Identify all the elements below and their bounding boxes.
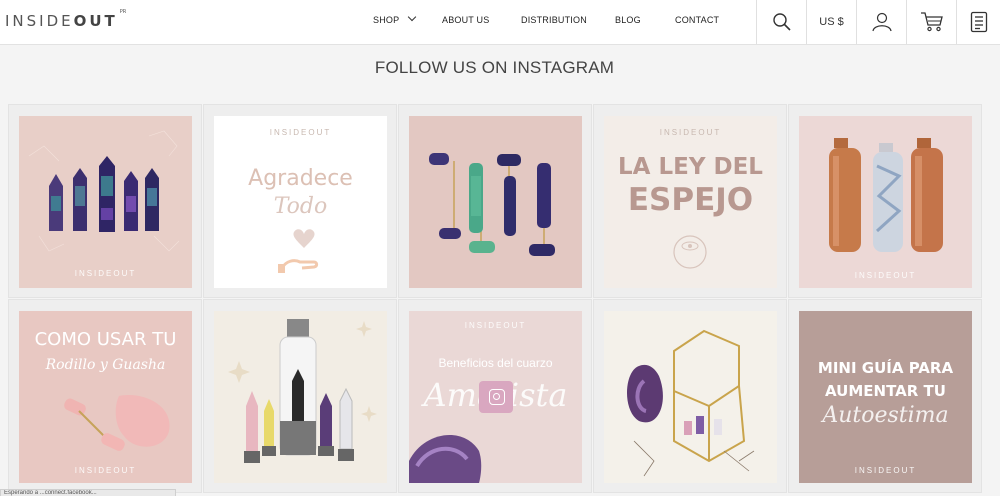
nav-blog[interactable]: BLOG [615, 15, 641, 25]
post-image-rollers [409, 116, 582, 288]
instagram-post[interactable]: MINI GUÍA PARA AUMENTAR TU Autoestima IN… [788, 299, 982, 493]
nav-distribution[interactable]: DISTRIBUTION [521, 15, 587, 25]
site-logo[interactable]: INSIDEOUT PR [5, 9, 127, 30]
post-image-mini-guia: MINI GUÍA PARA AUMENTAR TU Autoestima IN… [799, 311, 972, 483]
instagram-post[interactable] [398, 104, 592, 298]
post-image-como-usar: COMO USAR TU Rodillo y Guasha INSIDEOUT [19, 311, 192, 483]
instagram-feed-grid: INSIDEOUT INSIDEOUT Agradece Todo INSIDE… [8, 104, 983, 496]
cart-button[interactable] [906, 0, 956, 44]
instagram-post[interactable] [593, 299, 787, 493]
wishlist-icon [970, 11, 987, 33]
rollers-illustration [429, 153, 555, 256]
post-image-crystal-bottle [214, 311, 387, 483]
heart-hand-icon [278, 229, 319, 273]
instagram-section-title: FOLLOW US ON INSTAGRAM [374, 58, 615, 77]
post-image-amatista: INSIDEOUT Beneficios del cuarzo Amatista [409, 311, 582, 483]
user-icon [871, 12, 892, 32]
nav-contact[interactable]: CONTACT [675, 15, 719, 25]
post-image-glass-box [604, 311, 777, 483]
search-icon [772, 13, 791, 31]
post-title-line1: MINI GUÍA PARA [817, 359, 954, 377]
post-script: Autoestima [822, 403, 949, 428]
roller-guasha-illustration [64, 395, 170, 451]
post-image-fluorite: INSIDEOUT [19, 116, 192, 288]
post-image-ley-espejo: INSIDEOUT LA LEY DEL ESPEJO [604, 116, 777, 288]
browser-status-bar: Esperando a ...connect.facebook... [0, 489, 176, 496]
site-header: INSIDEOUT PR SHOP ABOUT US DISTRIBUTION B… [0, 0, 1000, 45]
post-brand: INSIDEOUT [74, 269, 137, 278]
logo-sup: PR [119, 9, 127, 15]
instagram-post[interactable]: INSIDEOUT [8, 104, 202, 298]
search-button[interactable] [756, 0, 806, 44]
instagram-post[interactable]: COMO USAR TU Rodillo y Guasha INSIDEOUT [8, 299, 202, 493]
currency-label: US $ [819, 16, 844, 28]
logo-text: INSIDE [5, 12, 74, 30]
instagram-post[interactable]: INSIDEOUT Agradece Todo [203, 104, 397, 298]
instagram-post[interactable]: INSIDEOUT LA LEY DEL ESPEJO [593, 104, 787, 298]
bottles-illustration [829, 138, 943, 252]
post-brand: INSIDEOUT [74, 466, 137, 475]
nav-shop[interactable]: SHOP [373, 12, 417, 25]
instagram-post[interactable]: INSIDEOUT [788, 104, 982, 298]
post-image-bottles: INSIDEOUT [799, 116, 972, 288]
crystal-bottle-illustration [228, 319, 377, 463]
logo-text-bold: OUT [73, 12, 118, 30]
wishlist-button[interactable] [956, 0, 1000, 44]
moon-eye-icon [673, 235, 707, 269]
chevron-down-icon [408, 12, 417, 22]
fluorite-illustration [28, 130, 180, 252]
post-image-agradece: INSIDEOUT Agradece Todo [214, 116, 387, 288]
post-brand: INSIDEOUT [854, 271, 917, 280]
instagram-post[interactable] [203, 299, 397, 493]
cart-icon [920, 12, 943, 32]
nav-shop-label: SHOP [373, 15, 400, 25]
account-button[interactable] [856, 0, 906, 44]
instagram-icon [489, 389, 505, 405]
post-brand: INSIDEOUT [854, 466, 917, 475]
instagram-post[interactable]: INSIDEOUT Beneficios del cuarzo Amatista [398, 299, 592, 493]
glass-box-illustration [626, 329, 755, 477]
post-title-line2: AUMENTAR TU [825, 382, 946, 400]
nav-about-us[interactable]: ABOUT US [442, 15, 489, 25]
currency-selector[interactable]: US $ [806, 0, 856, 44]
